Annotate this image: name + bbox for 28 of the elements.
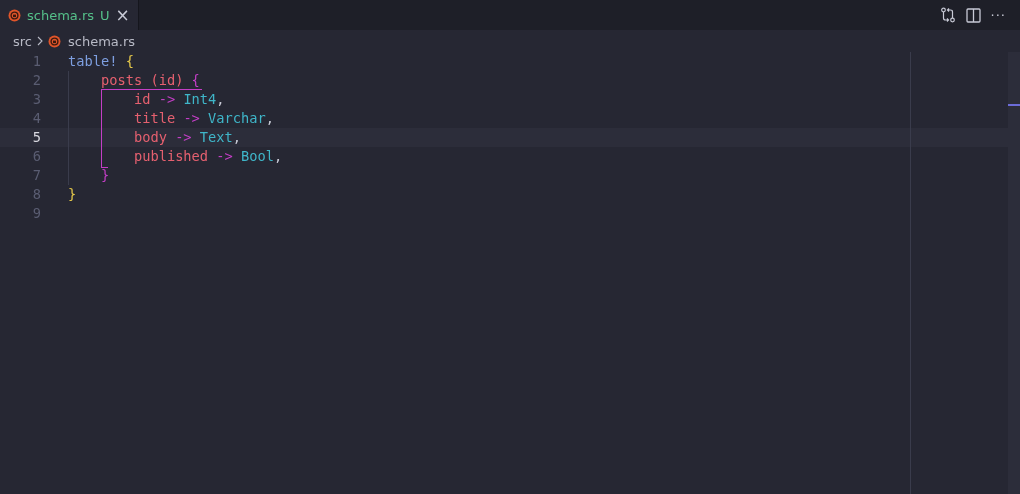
breadcrumb-item[interactable]: schema.rs — [68, 33, 136, 49]
line-number: 8 — [31, 185, 41, 204]
line-number: 4 — [31, 109, 41, 128]
line-number: 6 — [31, 147, 41, 166]
rust-file-icon — [8, 8, 21, 22]
code-line: table! { — [68, 52, 134, 71]
line-number: 1 — [31, 52, 41, 71]
chevron-right-icon — [36, 36, 44, 46]
line-number: 7 — [31, 166, 41, 185]
code-line: } — [68, 185, 77, 204]
editor-tab[interactable]: schema.rs U × — [0, 0, 139, 30]
line-number: 5 — [31, 128, 41, 147]
scrollbar[interactable] — [1008, 52, 1020, 494]
breadcrumb-item[interactable]: src — [13, 33, 32, 49]
line-number: 3 — [31, 90, 41, 109]
code-line: posts (id) { — [99, 71, 200, 90]
line-number: 9 — [31, 204, 41, 223]
code-line: id -> Int4, — [132, 90, 225, 109]
code-line: } — [99, 166, 110, 185]
line-number: 2 — [31, 71, 41, 90]
close-icon[interactable]: × — [115, 6, 130, 24]
more-actions-icon[interactable]: ··· — [990, 7, 1006, 23]
split-editor-icon[interactable] — [965, 7, 981, 23]
rust-file-icon — [48, 34, 61, 48]
code-line: published -> Bool, — [132, 147, 283, 166]
code-line: body -> Text, — [132, 128, 242, 147]
code-line: title -> Varchar, — [132, 109, 275, 128]
compare-changes-icon[interactable] — [939, 7, 956, 23]
